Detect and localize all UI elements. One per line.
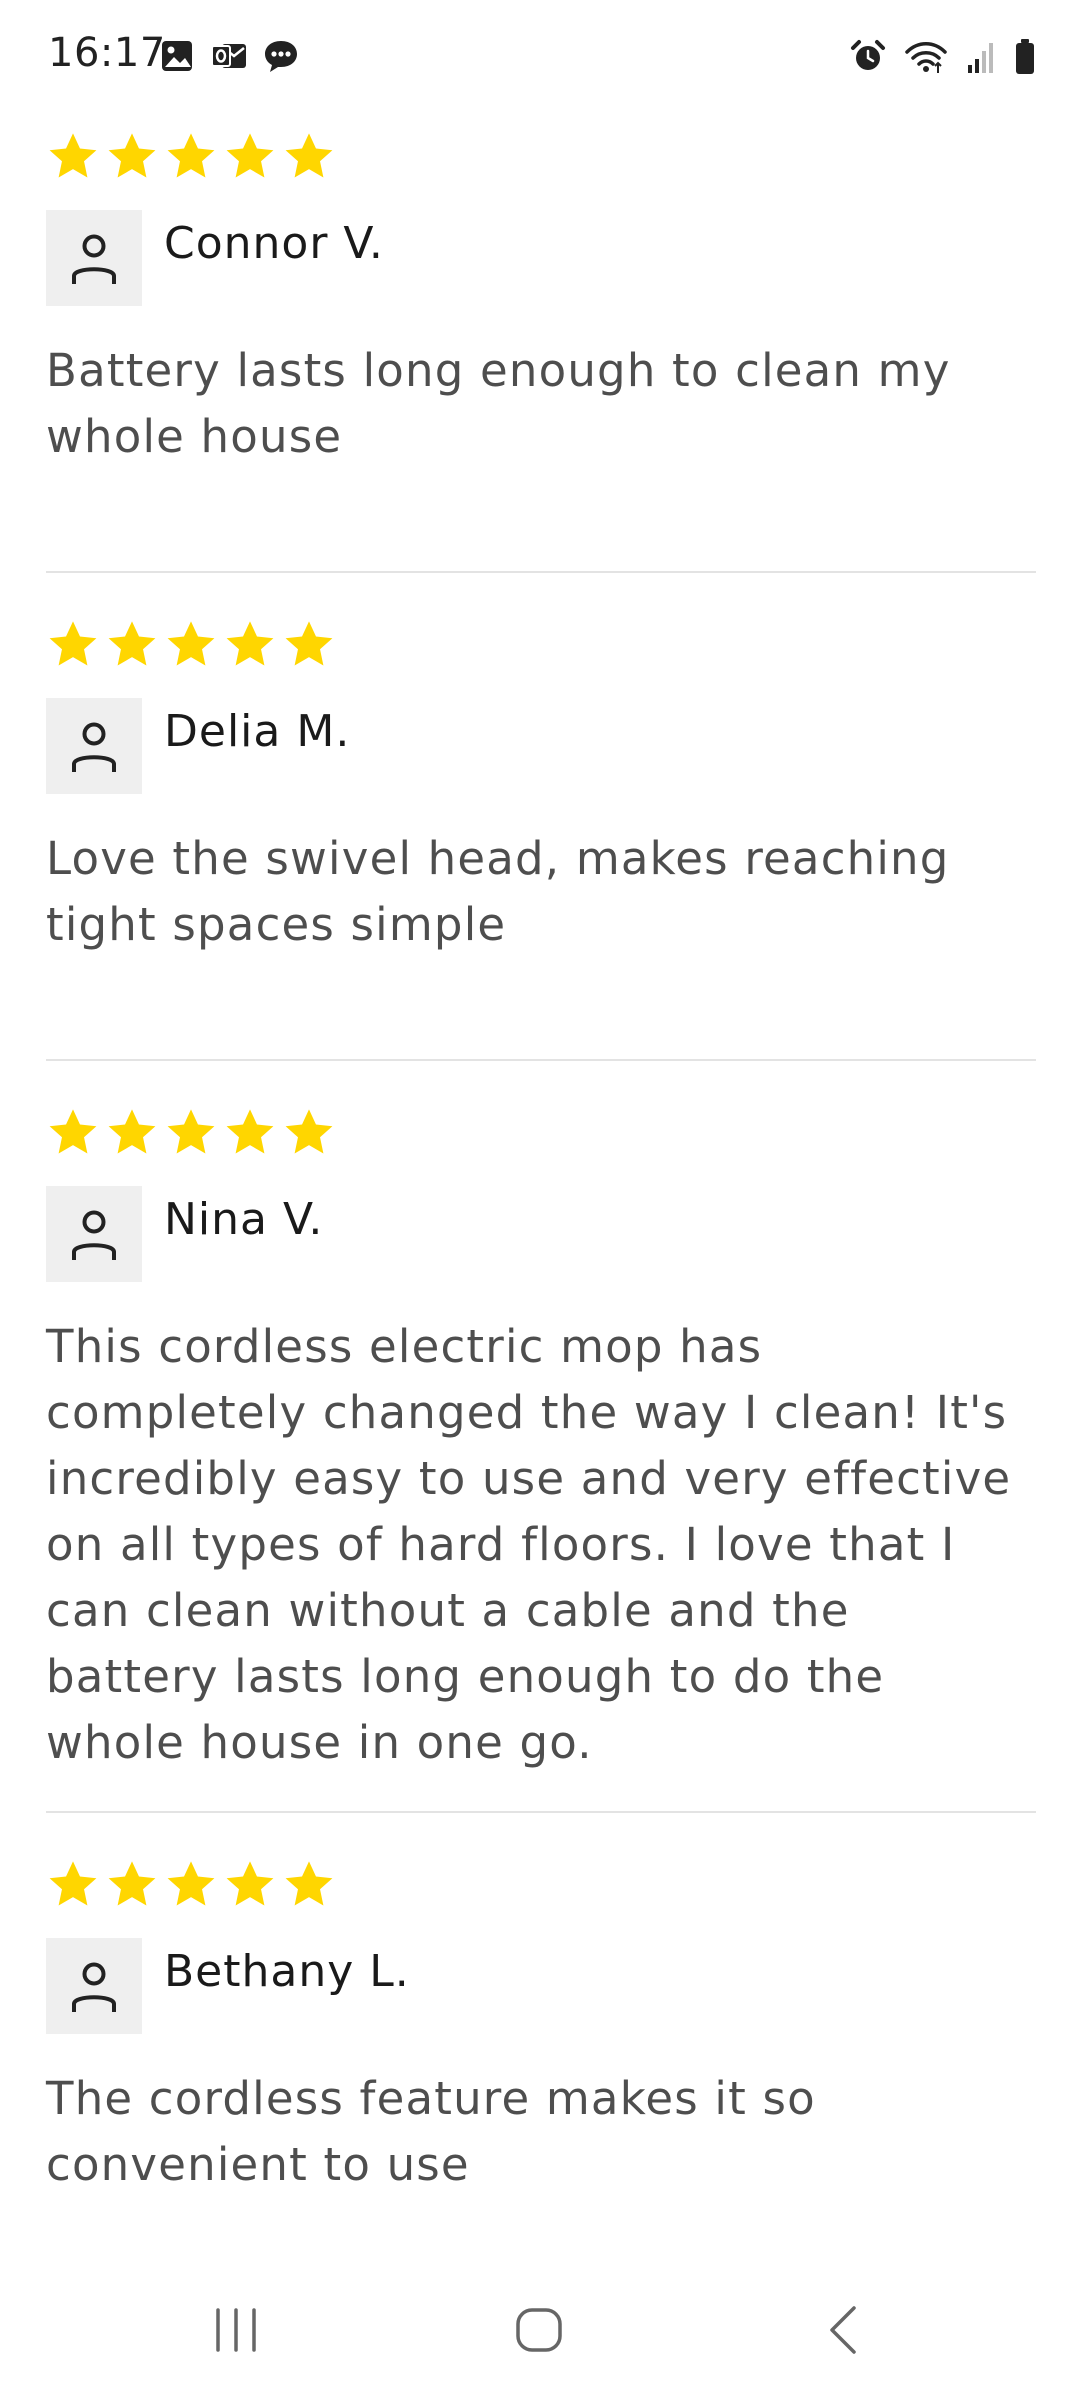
chat-bubble-icon bbox=[265, 41, 297, 72]
status-bar: 16:17 bbox=[0, 0, 1080, 120]
avatar bbox=[46, 698, 142, 794]
reviewer-name: Delia M. bbox=[164, 706, 351, 757]
reviewer-name: Nina V. bbox=[164, 1194, 324, 1245]
star-icon bbox=[167, 621, 215, 666]
divider bbox=[46, 571, 1036, 573]
divider bbox=[46, 1059, 1036, 1061]
star-icon bbox=[49, 1109, 97, 1154]
home-icon[interactable] bbox=[510, 2300, 570, 2360]
star-icon bbox=[167, 1109, 215, 1154]
status-notification-icons bbox=[160, 38, 300, 74]
user-icon bbox=[72, 1210, 116, 1260]
signal-icon bbox=[968, 43, 993, 73]
navigation-bar bbox=[0, 2260, 1080, 2400]
status-system-icons bbox=[850, 38, 1036, 76]
outlook-icon bbox=[211, 44, 246, 68]
star-icon bbox=[49, 1861, 97, 1906]
star-icon bbox=[108, 621, 156, 666]
user-icon bbox=[72, 234, 116, 284]
star-icon bbox=[226, 1861, 274, 1906]
star-icon bbox=[226, 1109, 274, 1154]
review-text: Love the swivel head, makes reaching tig… bbox=[46, 832, 950, 951]
recent-apps-icon[interactable] bbox=[212, 2300, 260, 2360]
star-icon bbox=[108, 1109, 156, 1154]
user-icon bbox=[72, 722, 116, 772]
star-icon bbox=[285, 133, 333, 178]
battery-icon bbox=[1016, 39, 1034, 74]
star-icon bbox=[285, 1109, 333, 1154]
wifi-icon bbox=[905, 42, 947, 73]
star-icon bbox=[226, 133, 274, 178]
user-icon bbox=[72, 1962, 116, 2012]
star-rating bbox=[46, 130, 336, 184]
star-rating bbox=[46, 1858, 336, 1912]
star-icon bbox=[108, 133, 156, 178]
review-text: This cordless electric mop has completel… bbox=[46, 1320, 1012, 1769]
avatar bbox=[46, 210, 142, 306]
review-text: The cordless feature makes it so conveni… bbox=[46, 2072, 816, 2191]
divider bbox=[46, 1811, 1036, 1813]
gallery-icon bbox=[162, 41, 192, 71]
star-icon bbox=[49, 621, 97, 666]
alarm-icon bbox=[851, 40, 885, 70]
review-text: Battery lasts long enough to clean my wh… bbox=[46, 344, 951, 463]
star-icon bbox=[167, 1861, 215, 1906]
back-icon[interactable] bbox=[818, 2300, 866, 2360]
star-icon bbox=[226, 621, 274, 666]
star-icon bbox=[285, 1861, 333, 1906]
star-icon bbox=[108, 1861, 156, 1906]
star-rating bbox=[46, 618, 336, 672]
avatar bbox=[46, 1938, 142, 2034]
star-icon bbox=[285, 621, 333, 666]
reviewer-name: Connor V. bbox=[164, 218, 384, 269]
star-icon bbox=[167, 133, 215, 178]
status-time: 16:17 bbox=[48, 30, 166, 76]
avatar bbox=[46, 1186, 142, 1282]
reviewer-name: Bethany L. bbox=[164, 1946, 410, 1997]
star-icon bbox=[49, 133, 97, 178]
star-rating bbox=[46, 1106, 336, 1160]
